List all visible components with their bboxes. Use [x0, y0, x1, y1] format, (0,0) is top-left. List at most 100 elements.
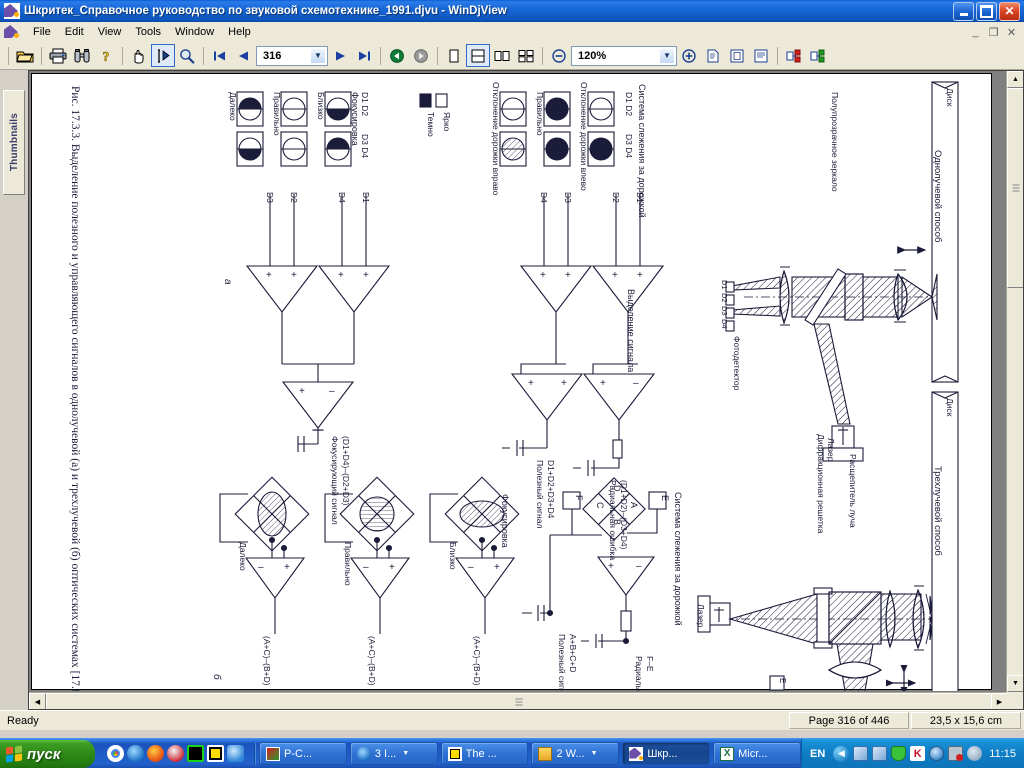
hand-tool-icon[interactable] [127, 44, 151, 67]
binoculars-icon[interactable] [70, 44, 94, 67]
ie-icon[interactable] [127, 745, 144, 762]
page-number-combo[interactable]: 316 ▼ [256, 45, 328, 66]
horizontal-scroll-thumb[interactable] [46, 693, 992, 709]
last-page-icon[interactable] [352, 44, 376, 67]
menu-file[interactable]: File [26, 24, 58, 40]
ie-shortcut-icon[interactable] [227, 745, 244, 762]
chevron-down-icon[interactable]: ▼ [591, 750, 598, 757]
focus-state-near: Близко [316, 92, 326, 120]
network2-icon[interactable] [872, 746, 888, 761]
chrome-icon[interactable] [107, 745, 124, 762]
page-view-3-icon[interactable] [749, 44, 773, 67]
printer-error-icon[interactable] [948, 746, 964, 761]
document-icon [4, 24, 20, 40]
svg-text:+: + [389, 562, 395, 573]
task-button-0[interactable]: P-C... [259, 742, 347, 765]
taskbar-clock[interactable]: 11:15 [989, 748, 1016, 760]
magnifier-icon[interactable] [175, 44, 199, 67]
volume-icon[interactable] [967, 746, 983, 761]
menu-help[interactable]: Help [221, 24, 258, 40]
quad-label-b: B [612, 519, 622, 525]
minimize-button[interactable] [953, 1, 974, 21]
network-icon[interactable] [853, 746, 869, 761]
svg-text:+: + [284, 562, 290, 573]
export-green-icon[interactable] [806, 44, 830, 67]
beamsplitter-label: Полупрозрачное зеркало [830, 92, 840, 192]
svg-text:+: + [600, 378, 606, 389]
export-red-icon[interactable] [782, 44, 806, 67]
utorrent-icon[interactable] [187, 745, 204, 762]
horizontal-scrollbar[interactable]: ◀ ▶ [29, 692, 1008, 709]
grating-label: Дифракционная решетка [816, 434, 826, 534]
scroll-down-arrow[interactable]: ▼ [1007, 675, 1023, 692]
printer-icon[interactable] [46, 44, 70, 67]
menu-bar: File Edit View Tools Window Help _ ❐ ✕ [0, 22, 1024, 42]
toolbar: ? 316 ▼ 120% ▼ [0, 42, 1024, 70]
task-button-4[interactable]: Шкр... [622, 742, 711, 765]
forward-gray-icon[interactable] [409, 44, 433, 67]
tracking-pattern-correct [543, 91, 571, 167]
focus-state-correct: Правильно [272, 92, 282, 136]
task-button-3[interactable]: 2 W... ▼ [531, 742, 620, 765]
text-select-tool-icon[interactable] [151, 44, 175, 67]
menu-tools[interactable]: Tools [128, 24, 168, 40]
mdi-restore-button[interactable]: ❐ [985, 25, 1002, 40]
page-view-2-icon[interactable] [725, 44, 749, 67]
zoom-out-icon[interactable] [547, 44, 571, 67]
language-indicator[interactable]: EN [810, 748, 825, 760]
menu-edit[interactable]: Edit [58, 24, 91, 40]
zoom-level-combo[interactable]: 120% ▼ [571, 45, 677, 66]
two-pages-icon[interactable] [490, 44, 514, 67]
page-view-1-icon[interactable] [701, 44, 725, 67]
svg-text:+: + [540, 270, 546, 281]
start-button[interactable]: пуск [0, 740, 95, 768]
help-question-icon[interactable]: ? [94, 44, 118, 67]
toolbar-separator [8, 46, 9, 65]
scroll-up-arrow[interactable]: ▲ [1007, 71, 1023, 88]
mdi-close-button[interactable]: ✕ [1003, 25, 1020, 40]
back-green-icon[interactable] [385, 44, 409, 67]
task-button-5[interactable]: X Micr... [713, 742, 801, 765]
detector-label-d4: D4 [720, 319, 729, 329]
firefox-icon[interactable] [147, 745, 164, 762]
scrollbar-corner [1006, 692, 1023, 709]
detector-e-label: E [660, 495, 670, 501]
task-button-2[interactable]: The ... [440, 742, 529, 765]
tracking-state-right: Отклонение дорожки вправо [491, 82, 501, 196]
sidebar-tab-thumbnails[interactable]: Thumbnails [3, 90, 25, 195]
fit-page-icon[interactable] [442, 44, 466, 67]
chevron-down-icon[interactable]: ▼ [402, 750, 409, 757]
monitor-icon[interactable] [929, 746, 945, 761]
next-page-icon[interactable] [328, 44, 352, 67]
scroll-left-arrow[interactable]: ◀ [29, 693, 46, 709]
mdi-minimize-button[interactable]: _ [967, 25, 984, 40]
chevron-down-icon[interactable]: ▼ [310, 47, 326, 64]
previous-page-icon[interactable] [232, 44, 256, 67]
close-button[interactable] [999, 1, 1020, 21]
zoom-in-icon[interactable] [677, 44, 701, 67]
svg-text:–: – [633, 378, 639, 389]
menu-view[interactable]: View [91, 24, 129, 40]
show-hidden-icons-button[interactable]: ◀ [833, 745, 850, 762]
shield-green-icon[interactable] [891, 746, 907, 761]
splitter-label: Расщепитель луча [848, 454, 858, 528]
open-folder-icon[interactable] [13, 44, 37, 67]
opera-icon[interactable] [167, 745, 184, 762]
quick-launch-bar [101, 745, 250, 762]
maximize-button[interactable] [976, 1, 997, 21]
kaspersky-icon[interactable]: K [910, 746, 926, 761]
task-button-1[interactable]: 3 I... ▼ [349, 742, 438, 765]
batman-icon[interactable] [207, 745, 224, 762]
amp-a-sum [281, 381, 355, 429]
vertical-scrollbar[interactable]: ▲ ▼ [1006, 71, 1023, 692]
chevron-down-icon[interactable]: ▼ [659, 47, 675, 64]
document-view[interactable]: Рис. 17.3.3. Выделение полезного и управ… [28, 70, 1024, 710]
four-pages-icon[interactable] [514, 44, 538, 67]
focus-signal-formula: (D1+D4)–(D2+D3) [341, 436, 351, 506]
windjview-icon [629, 746, 644, 761]
menu-window[interactable]: Window [168, 24, 221, 40]
vertical-scroll-thumb[interactable] [1007, 88, 1023, 288]
first-page-icon[interactable] [208, 44, 232, 67]
legend-dark-label: Темно [426, 112, 436, 137]
fit-width-icon[interactable] [466, 44, 490, 67]
